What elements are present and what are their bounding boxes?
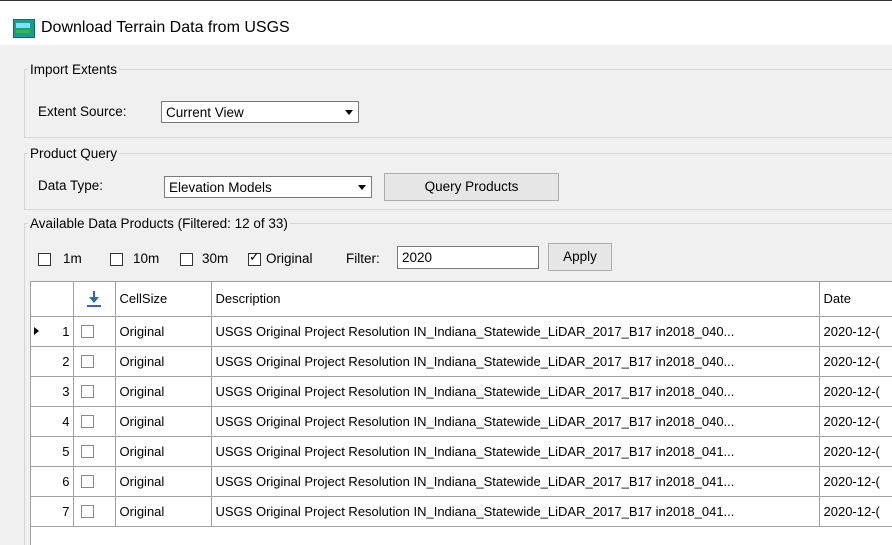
description-cell[interactable]: USGS Original Project Resolution IN_Indi… bbox=[211, 316, 820, 347]
table-row[interactable]: 1 Original USGS Original Project Resolut… bbox=[31, 316, 892, 347]
filter-1m-label: 1m bbox=[63, 251, 82, 266]
row-number[interactable]: 1 bbox=[31, 316, 74, 347]
cellsize-cell[interactable]: Original bbox=[115, 436, 212, 467]
filter-input[interactable] bbox=[397, 246, 539, 269]
cellsize-cell[interactable]: Original bbox=[115, 376, 212, 407]
filter-10m-checkbox[interactable] bbox=[110, 253, 123, 266]
cellsize-cell[interactable]: Original bbox=[115, 466, 212, 497]
filter-30m-label: 30m bbox=[202, 251, 229, 266]
table-row[interactable]: 5 Original USGS Original Project Resolut… bbox=[31, 436, 892, 467]
filter-10m-label: 10m bbox=[133, 251, 160, 266]
data-type-label: Data Type: bbox=[38, 178, 104, 193]
description-cell[interactable]: USGS Original Project Resolution IN_Indi… bbox=[211, 496, 820, 527]
row-download-checkbox[interactable] bbox=[80, 504, 94, 518]
title-bar[interactable]: Download Terrain Data from USGS bbox=[0, 0, 892, 45]
chevron-down-icon[interactable] bbox=[340, 102, 358, 122]
row-download-cell[interactable] bbox=[73, 316, 116, 347]
data-type-value: Elevation Models bbox=[169, 180, 272, 195]
table-row[interactable]: 6 Original USGS Original Project Resolut… bbox=[31, 466, 892, 497]
description-column-header[interactable]: Description bbox=[211, 282, 820, 317]
row-download-cell[interactable] bbox=[73, 376, 116, 407]
cellsize-cell[interactable]: Original bbox=[115, 496, 212, 527]
date-column-header[interactable]: Date bbox=[819, 282, 892, 317]
row-download-cell[interactable] bbox=[73, 436, 116, 467]
date-cell[interactable]: 2020-12-( bbox=[819, 346, 892, 377]
download-icon bbox=[86, 290, 102, 308]
table-row[interactable]: 2 Original USGS Original Project Resolut… bbox=[31, 346, 892, 377]
import-extents-legend: Import Extents bbox=[30, 62, 118, 77]
table-row[interactable]: 7 Original USGS Original Project Resolut… bbox=[31, 496, 892, 527]
row-number[interactable]: 4 bbox=[31, 406, 74, 437]
filter-original-checkbox[interactable] bbox=[248, 250, 261, 266]
row-number[interactable]: 2 bbox=[31, 346, 74, 377]
description-cell[interactable]: USGS Original Project Resolution IN_Indi… bbox=[211, 346, 820, 377]
filter-30m-checkbox[interactable] bbox=[180, 253, 193, 266]
row-header-corner bbox=[31, 282, 74, 317]
extent-source-value: Current View bbox=[166, 105, 244, 120]
row-download-cell[interactable] bbox=[73, 466, 116, 497]
data-products-table: CellSize Description Date 1 Original USG… bbox=[30, 281, 892, 545]
terrain-app-icon bbox=[13, 19, 35, 38]
filter-label: Filter: bbox=[346, 251, 380, 266]
row-download-checkbox[interactable] bbox=[80, 324, 94, 338]
extent-source-dropdown[interactable]: Current View bbox=[161, 101, 359, 123]
download-terrain-window: Download Terrain Data from USGS Import E… bbox=[0, 0, 892, 545]
row-download-checkbox[interactable] bbox=[80, 354, 94, 368]
table-row[interactable]: 4 Original USGS Original Project Resolut… bbox=[31, 406, 892, 437]
date-cell[interactable]: 2020-12-( bbox=[819, 316, 892, 347]
row-number[interactable]: 5 bbox=[31, 436, 74, 467]
window-title: Download Terrain Data from USGS bbox=[41, 19, 290, 36]
cellsize-cell[interactable]: Original bbox=[115, 346, 212, 377]
apply-button[interactable]: Apply bbox=[548, 243, 612, 271]
row-download-cell[interactable] bbox=[73, 406, 116, 437]
row-download-checkbox[interactable] bbox=[80, 444, 94, 458]
query-products-button[interactable]: Query Products bbox=[384, 173, 559, 201]
date-cell[interactable]: 2020-12-( bbox=[819, 466, 892, 497]
row-download-checkbox[interactable] bbox=[80, 414, 94, 428]
description-cell[interactable]: USGS Original Project Resolution IN_Indi… bbox=[211, 436, 820, 467]
available-products-legend: Available Data Products (Filtered: 12 of… bbox=[30, 216, 288, 231]
date-cell[interactable]: 2020-12-( bbox=[819, 376, 892, 407]
row-download-cell[interactable] bbox=[73, 346, 116, 377]
row-number[interactable]: 6 bbox=[31, 466, 74, 497]
filter-1m-checkbox[interactable] bbox=[38, 253, 51, 266]
download-column-header[interactable] bbox=[73, 282, 116, 317]
cellsize-cell[interactable]: Original bbox=[115, 406, 212, 437]
import-extents-group: Import Extents bbox=[24, 62, 892, 138]
date-cell[interactable]: 2020-12-( bbox=[819, 406, 892, 437]
row-download-checkbox[interactable] bbox=[80, 384, 94, 398]
data-type-dropdown[interactable]: Elevation Models bbox=[164, 176, 372, 198]
current-row-arrow-icon bbox=[34, 326, 39, 335]
date-cell[interactable]: 2020-12-( bbox=[819, 436, 892, 467]
cellsize-cell[interactable]: Original bbox=[115, 316, 212, 347]
filter-original-label: Original bbox=[266, 251, 313, 266]
cellsize-column-header[interactable]: CellSize bbox=[115, 282, 212, 317]
date-cell[interactable]: 2020-12-( bbox=[819, 496, 892, 527]
extent-source-label: Extent Source: bbox=[38, 104, 127, 119]
table-row[interactable]: 3 Original USGS Original Project Resolut… bbox=[31, 376, 892, 407]
row-number[interactable]: 7 bbox=[31, 496, 74, 527]
chevron-down-icon[interactable] bbox=[353, 177, 371, 197]
description-cell[interactable]: USGS Original Project Resolution IN_Indi… bbox=[211, 376, 820, 407]
description-cell[interactable]: USGS Original Project Resolution IN_Indi… bbox=[211, 466, 820, 497]
row-download-checkbox[interactable] bbox=[80, 474, 94, 488]
table-header-row: CellSize Description Date bbox=[31, 282, 892, 317]
window-top-border bbox=[0, 0, 892, 1]
row-download-cell[interactable] bbox=[73, 496, 116, 527]
row-number[interactable]: 3 bbox=[31, 376, 74, 407]
description-cell[interactable]: USGS Original Project Resolution IN_Indi… bbox=[211, 406, 820, 437]
product-query-legend: Product Query bbox=[30, 146, 118, 161]
